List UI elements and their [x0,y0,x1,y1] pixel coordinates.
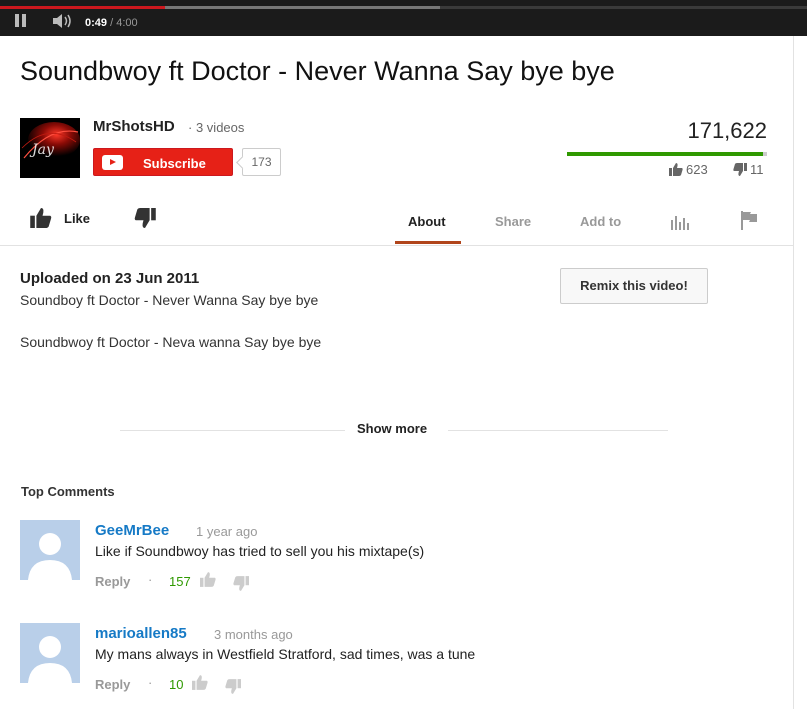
flag-icon[interactable] [740,211,758,230]
video-count-label: 3 videos [195,120,245,135]
thumbs-up-icon[interactable] [192,675,208,690]
thumbs-down-icon [733,163,747,176]
comment-time[interactable]: 1 year ago [196,524,257,539]
youtube-play-icon [102,155,123,170]
show-more-button[interactable]: Show more [357,421,427,436]
description-line: Soundbwoy ft Doctor - Neva wanna Say bye… [20,334,322,350]
dislike-button[interactable] [134,208,156,233]
thumbs-up-icon[interactable] [200,572,216,587]
duration: 4:00 [116,17,138,29]
like-button[interactable]: Like [30,208,90,228]
comments-heading: Top Comments [21,484,115,499]
remix-button[interactable]: Remix this video! [560,268,708,304]
comment-author[interactable]: GeeMrBee [95,522,169,539]
subscriber-count: 173 [242,148,281,176]
channel-logo: Jay [20,118,80,178]
comment-author[interactable]: marioallen85 [95,625,187,642]
pause-icon [15,14,19,27]
comment-like-count: 10 [169,677,184,692]
player-controls: 0:49 / 4:00 [0,0,807,36]
active-tab-indicator [395,241,461,244]
dislike-count: 11 [750,162,764,177]
time-separator: / [107,17,117,29]
like-label: Like [64,210,91,226]
comment-time[interactable]: 3 months ago [214,627,293,642]
default-avatar-icon[interactable] [20,623,80,683]
reply-button[interactable]: Reply [95,677,130,692]
volume-icon[interactable] [52,13,74,29]
stats-icon[interactable] [670,214,690,230]
avatar-text: Jay [29,142,55,158]
comment-text: My mans always in Westfield Stratford, s… [95,646,476,662]
like-dislike-bar [567,152,767,156]
video-count[interactable]: · 3 videos [188,120,244,135]
channel-separator: · [188,120,193,135]
thumbs-down-icon[interactable] [225,679,241,694]
like-stat: 623 [669,162,708,177]
comment-like-count: 157 [169,574,191,589]
view-count: 171,622 [687,118,767,143]
page-edge [793,36,794,709]
divider [448,430,668,431]
description-line: Soundboy ft Doctor - Never Wanna Say bye… [20,292,319,308]
comment-item: GeeMrBee 1 year ago Like if Soundbwoy ha… [20,520,780,600]
channel-avatar[interactable]: Jay [20,118,80,178]
thumbs-down-icon[interactable] [233,576,249,591]
dislike-stat: 11 [733,162,764,177]
default-avatar-icon[interactable] [20,520,80,580]
divider [120,430,345,431]
tab-share[interactable]: Share [495,214,531,229]
subscribe-label: Subscribe [143,156,206,171]
reply-button[interactable]: Reply [95,574,130,589]
like-ratio-fill [567,152,764,156]
thumbs-up-icon [669,163,683,176]
channel-name[interactable]: MrShotsHD [93,118,175,135]
upload-date: Uploaded on 23 Jun 2011 [20,270,200,287]
action-bar: Like About Share Add to [0,196,793,246]
separator: · [148,572,153,587]
thumbs-down-icon [134,208,156,228]
time-display: 0:49 / 4:00 [85,17,138,29]
current-time: 0:49 [85,17,108,29]
tab-add-to[interactable]: Add to [580,214,621,229]
tab-about[interactable]: About [408,214,446,229]
subscribe-button[interactable]: Subscribe [93,148,233,176]
comment-text: Like if Soundbwoy has tried to sell you … [95,543,425,559]
separator: · [148,675,153,690]
thumbs-up-icon [30,208,52,228]
video-title: Soundbwoy ft Doctor - Never Wanna Say by… [20,56,615,86]
progress-played [0,6,165,9]
pause-button[interactable] [14,14,28,28]
comment-item: marioallen85 3 months ago My mans always… [20,623,780,703]
like-count: 623 [686,162,708,177]
progress-bar[interactable] [0,6,807,9]
